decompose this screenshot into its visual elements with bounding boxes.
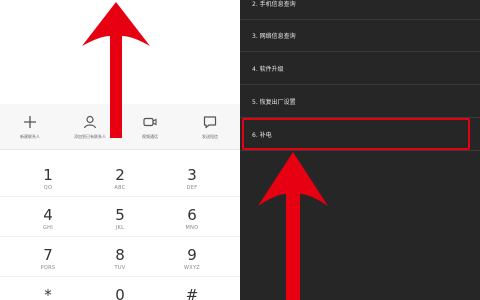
arrow-up-icon <box>258 152 328 300</box>
key-7[interactable]: 7 PQRS <box>8 230 88 271</box>
menu-item-label: 2. 手机信息查询 <box>252 1 296 8</box>
message-icon <box>203 116 217 129</box>
key-1[interactable]: 1 QO <box>8 150 88 191</box>
key-digit: 1 <box>43 166 53 184</box>
dialer-keypad: 1 QO 2 ABC 3 DEF 4 GHI 5 JKL 6 MNO 7 PQR… <box>0 150 240 300</box>
send-message-button[interactable]: 发送短信 <box>180 104 240 150</box>
key-digit: * <box>44 286 52 300</box>
menu-item-phone-info[interactable]: 2. 手机信息查询 <box>240 0 480 20</box>
menu-item-software-upgrade[interactable]: 4. 软件升级 <box>240 53 480 85</box>
key-digit: 4 <box>43 206 53 224</box>
key-3[interactable]: 3 DEF <box>152 150 232 191</box>
key-0[interactable]: 0 <box>80 270 160 300</box>
dialer-panel: 新建联系人 添加到已有联系人 视频通话 发送短信 1 QO 2 ABC 3 DE… <box>0 0 240 300</box>
key-6[interactable]: 6 MNO <box>152 190 232 231</box>
key-digit: # <box>185 286 199 300</box>
key-9[interactable]: 9 WXYZ <box>152 230 232 271</box>
key-4[interactable]: 4 GHI <box>8 190 88 231</box>
menu-item-label: 4. 软件升级 <box>252 66 284 73</box>
key-star[interactable]: * <box>8 270 88 300</box>
key-digit: 7 <box>43 246 53 264</box>
key-digit: 2 <box>115 166 125 184</box>
key-digit: 6 <box>187 206 197 224</box>
menu-item-label: 5. 恢复出厂设置 <box>252 99 296 106</box>
plus-icon <box>24 116 36 128</box>
menu-item-factory-reset[interactable]: 5. 恢复出厂设置 <box>240 86 480 118</box>
key-digit: 5 <box>115 206 125 224</box>
key-2[interactable]: 2 ABC <box>80 150 160 191</box>
new-contact-button[interactable]: 新建联系人 <box>0 104 60 150</box>
key-8[interactable]: 8 TUV <box>80 230 160 271</box>
key-digit: 3 <box>187 166 197 184</box>
highlight-box <box>242 118 470 150</box>
key-5[interactable]: 5 JKL <box>80 190 160 231</box>
key-hash[interactable]: # <box>152 270 232 300</box>
key-digit: 9 <box>187 246 197 264</box>
arrow-up-icon <box>82 2 150 138</box>
key-digit: 0 <box>115 286 125 300</box>
menu-item-network-info[interactable]: 3. 网络信息查询 <box>240 20 480 52</box>
new-contact-label: 新建联系人 <box>20 134 40 139</box>
menu-item-label: 3. 网络信息查询 <box>252 33 296 40</box>
send-message-label: 发送短信 <box>202 134 218 139</box>
key-digit: 8 <box>115 246 125 264</box>
